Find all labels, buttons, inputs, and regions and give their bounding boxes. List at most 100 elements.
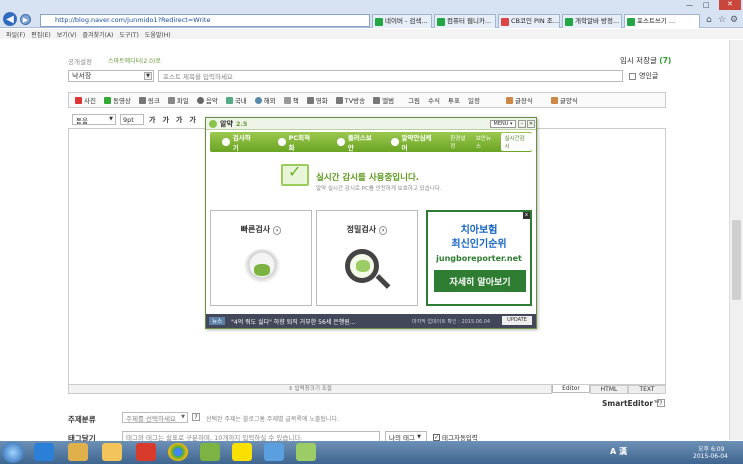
status-subtitle: 알약 실시간 감시로 PC를 안전하게 보호하고 있습니다. xyxy=(316,186,442,192)
naver-icon xyxy=(375,18,383,26)
font-select[interactable]: 돋움 ▼ xyxy=(72,114,116,125)
album-button[interactable]: 앨범 xyxy=(373,95,394,105)
music-button[interactable]: 음악 xyxy=(196,95,218,105)
quick-scan-button[interactable]: 빠른검사 › xyxy=(210,210,312,306)
menu-view[interactable]: 보기(V) xyxy=(57,30,77,39)
forward-icon[interactable]: ▶ xyxy=(20,14,31,25)
media-toolbar: 사진 동영상 링크 파일 음악 국내 해외 책 영화 TV방송 앨범 그림 수식… xyxy=(68,92,666,108)
kakaotalk-icon[interactable] xyxy=(232,443,252,461)
nav-scan[interactable]: 검사하기 xyxy=(222,132,256,152)
domestic-map-button[interactable]: 국내 xyxy=(225,95,247,105)
favorites-icon[interactable]: ☆ xyxy=(718,15,726,25)
tab-computer[interactable]: 컴퓨터 웹니카... xyxy=(434,14,496,28)
windows-start-icon[interactable] xyxy=(2,442,24,463)
chrome-icon[interactable] xyxy=(168,443,188,461)
deep-scan-button[interactable]: 정밀검사 › xyxy=(316,210,418,306)
video-button[interactable]: 동영상 xyxy=(103,95,131,105)
schedule-button[interactable]: 일정 xyxy=(468,95,480,105)
font-size-select[interactable]: 9pt xyxy=(120,114,144,125)
minimize-icon[interactable]: – xyxy=(518,120,526,128)
paint-icon[interactable] xyxy=(264,443,284,461)
nav-pc-optimize[interactable]: PC최적화 xyxy=(277,132,315,152)
menu-file[interactable]: 파일(F) xyxy=(6,30,25,39)
close-icon[interactable]: ✕ xyxy=(527,120,535,128)
poll-button[interactable]: 투표 xyxy=(448,95,460,105)
menu-edit[interactable]: 편집(E) xyxy=(31,30,51,39)
menu-button[interactable]: MENU ▾ xyxy=(490,120,516,128)
book-button[interactable]: 책 xyxy=(283,95,299,105)
scrollbar-thumb[interactable] xyxy=(732,220,741,300)
nav-safe-care[interactable]: 알약안심케어 xyxy=(390,132,436,152)
home-icon[interactable]: ⌂ xyxy=(706,15,712,25)
temp-save[interactable]: 임시 저장글 (7) xyxy=(620,55,671,66)
monitor-check-icon: ✓ xyxy=(281,162,309,186)
english-checkbox[interactable]: 영인글 xyxy=(629,71,658,81)
category-select[interactable]: 낙서장 ▼ xyxy=(68,70,154,82)
news-headline[interactable]: "4억 줘도 싫다" 하향 퇴직 거부한 56세 은행원... xyxy=(231,317,355,326)
formula-button[interactable]: 수식 xyxy=(428,95,440,105)
dialog-title-bar[interactable]: 알약 2.5 MENU ▾ – ✕ xyxy=(206,118,536,130)
overseas-map-button[interactable]: 해외 xyxy=(254,95,276,105)
movie-button[interactable]: 영화 xyxy=(306,95,328,105)
ad-line1: 치아보험 xyxy=(460,225,498,236)
realtime-toggle[interactable]: 실시간감시 xyxy=(501,133,532,151)
chevron-down-icon: ▼ xyxy=(181,414,185,420)
nav-plus-security[interactable]: 플러스보안 xyxy=(337,132,377,152)
text-template-button[interactable]: 글양식 xyxy=(550,95,578,105)
maximize-icon[interactable]: □ xyxy=(703,1,710,9)
insurance-ad[interactable]: x 치아보험 최신인기순위 jungboreporter.net 자세히 알아보… xyxy=(426,210,532,306)
strike-button[interactable]: 가 xyxy=(189,115,195,125)
tab-editor[interactable]: Editor xyxy=(552,385,590,393)
tab-post-write[interactable]: 포스트쓰기 ... xyxy=(624,14,700,28)
link-button[interactable]: 링크 xyxy=(138,95,160,105)
address-bar[interactable]: http://blog.naver.com/junmido1?Redirect=… xyxy=(40,14,370,27)
text-decoration-button[interactable]: 글장식 xyxy=(505,95,533,105)
bold-button[interactable]: 가 xyxy=(149,115,155,125)
italic-button[interactable]: 가 xyxy=(162,115,168,125)
update-button[interactable]: UPDATE xyxy=(502,316,532,325)
subject-select[interactable]: 주제를 선택하세요 ▼ xyxy=(122,412,188,423)
alyac-taskbar-icon[interactable] xyxy=(296,443,316,461)
drawing-button[interactable]: 그림 xyxy=(408,95,420,105)
menu-help[interactable]: 도움말(H) xyxy=(145,30,171,39)
back-icon[interactable]: ◀ xyxy=(3,12,17,26)
ad-line2: 최신인기순위 xyxy=(451,239,507,250)
gear-icon[interactable]: ⚙ xyxy=(730,15,738,25)
globe-icon xyxy=(254,96,262,104)
media-player-icon[interactable] xyxy=(136,443,156,461)
ie-icon[interactable] xyxy=(34,443,54,461)
nav-security-news[interactable]: 보안뉴스 xyxy=(476,134,496,150)
tab-naver[interactable]: 네이버 - 검색... xyxy=(372,14,432,28)
minimize-icon[interactable]: — xyxy=(686,1,693,9)
book-icon xyxy=(283,96,291,104)
arrow-right-icon: › xyxy=(378,226,388,235)
page-scrollbar[interactable] xyxy=(729,40,743,440)
resize-handle[interactable]: ⇕ 입력창크기 조절 xyxy=(68,385,552,394)
tab-job[interactable]: 개학알바 방정... xyxy=(562,14,622,28)
tab-cbcoin[interactable]: CB코인 PIN 조... xyxy=(498,14,560,28)
file-button[interactable]: 파일 xyxy=(167,95,189,105)
naver-icon xyxy=(627,18,635,26)
music-icon xyxy=(196,96,204,104)
underline-button[interactable]: 가 xyxy=(176,115,182,125)
menu-tools[interactable]: 도구(T) xyxy=(119,30,138,39)
file-manager-icon[interactable] xyxy=(102,443,122,461)
chevron-down-icon: ▼ xyxy=(144,72,152,80)
tab-text[interactable]: TEXT xyxy=(628,384,666,394)
menu-favorites[interactable]: 즐겨찾기(A) xyxy=(83,30,114,39)
tab-html[interactable]: HTML xyxy=(590,384,628,394)
alyac-tray-icon[interactable] xyxy=(200,443,220,461)
ad-close-icon[interactable]: x xyxy=(523,212,530,219)
ad-detail-button[interactable]: 자세히 알아보기 xyxy=(434,270,526,292)
help-icon[interactable]: ? xyxy=(657,399,665,407)
close-icon[interactable]: ✕ xyxy=(719,0,741,10)
notice-option[interactable]: 스마트에디터(2.0)로 xyxy=(108,56,161,65)
tv-button[interactable]: TV방송 xyxy=(335,95,365,105)
photo-button[interactable]: 사진 xyxy=(75,95,96,105)
title-input[interactable]: 포스트 제목을 입력하세요 xyxy=(158,70,623,82)
nav-settings[interactable]: 환경설정 xyxy=(450,134,470,150)
language-indicator[interactable]: A 漢 xyxy=(610,446,627,457)
explorer-icon[interactable] xyxy=(68,443,88,461)
help-icon[interactable]: ? xyxy=(192,413,200,421)
status-title: 실시간 감시를 사용중입니다. xyxy=(316,173,419,183)
